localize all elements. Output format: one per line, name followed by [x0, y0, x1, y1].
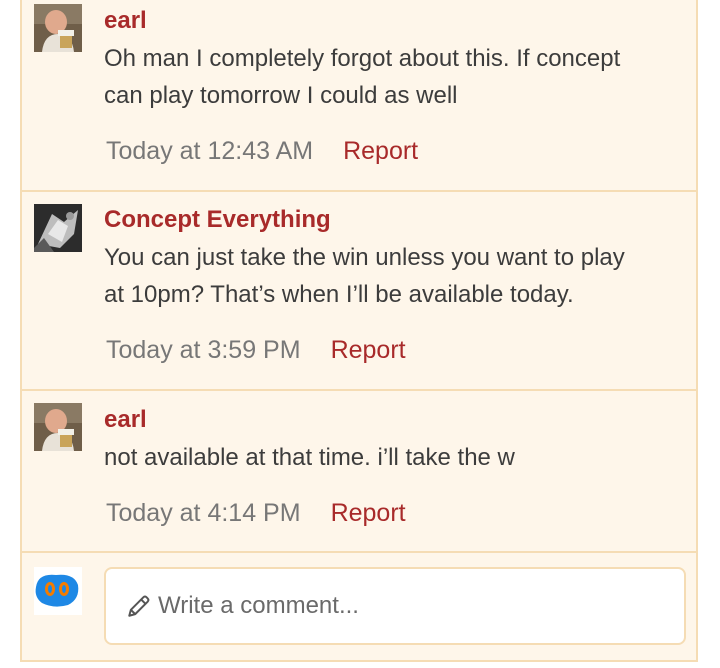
comment-meta: Today at 3:59 PM Report — [106, 334, 406, 366]
pencil-icon — [126, 593, 152, 619]
own-avatar[interactable] — [34, 567, 82, 615]
comment-text: not available at that time. i’ll take th… — [104, 439, 684, 476]
comment-text-line: at 10pm? That’s when I’ll be available t… — [104, 281, 574, 308]
comment-text: Oh man I completely forgot about this. I… — [104, 40, 684, 114]
comment-meta: Today at 4:14 PM Report — [106, 497, 406, 529]
comment-input[interactable]: Write a comment... — [104, 567, 686, 645]
comment-text-line: Oh man I completely forgot about this. I… — [104, 45, 621, 72]
report-link[interactable]: Report — [343, 137, 418, 165]
comment-timestamp: Today at 3:59 PM — [106, 336, 301, 364]
comment-placeholder: Write a comment... — [158, 592, 359, 619]
comment-text-line: You can just take the win unless you wan… — [104, 244, 625, 271]
comment-author[interactable]: Concept Everything — [104, 205, 331, 235]
avatar[interactable] — [34, 4, 82, 52]
avatar[interactable] — [34, 204, 82, 252]
comment-text-line: not available at that time. i’ll take th… — [104, 444, 515, 471]
comment-composer: Write a comment... — [22, 553, 696, 660]
comment-timestamp: Today at 4:14 PM — [106, 499, 301, 527]
comment-item: earl Oh man I completely forgot about th… — [22, 0, 696, 192]
avatar[interactable] — [34, 403, 82, 451]
comment-thread: earl Oh man I completely forgot about th… — [20, 0, 698, 662]
comment-text-line: can play tomorrow I could as well — [104, 82, 458, 109]
comment-author[interactable]: earl — [104, 405, 147, 435]
comment-item: earl not available at that time. i’ll ta… — [22, 391, 696, 553]
comment-text: You can just take the win unless you wan… — [104, 239, 684, 313]
report-link[interactable]: Report — [331, 499, 406, 527]
comment-timestamp: Today at 12:43 AM — [106, 137, 314, 165]
comment-author[interactable]: earl — [104, 6, 147, 36]
comment-meta: Today at 12:43 AM Report — [106, 135, 418, 167]
comment-item: Concept Everything You can just take the… — [22, 192, 696, 391]
report-link[interactable]: Report — [331, 336, 406, 364]
